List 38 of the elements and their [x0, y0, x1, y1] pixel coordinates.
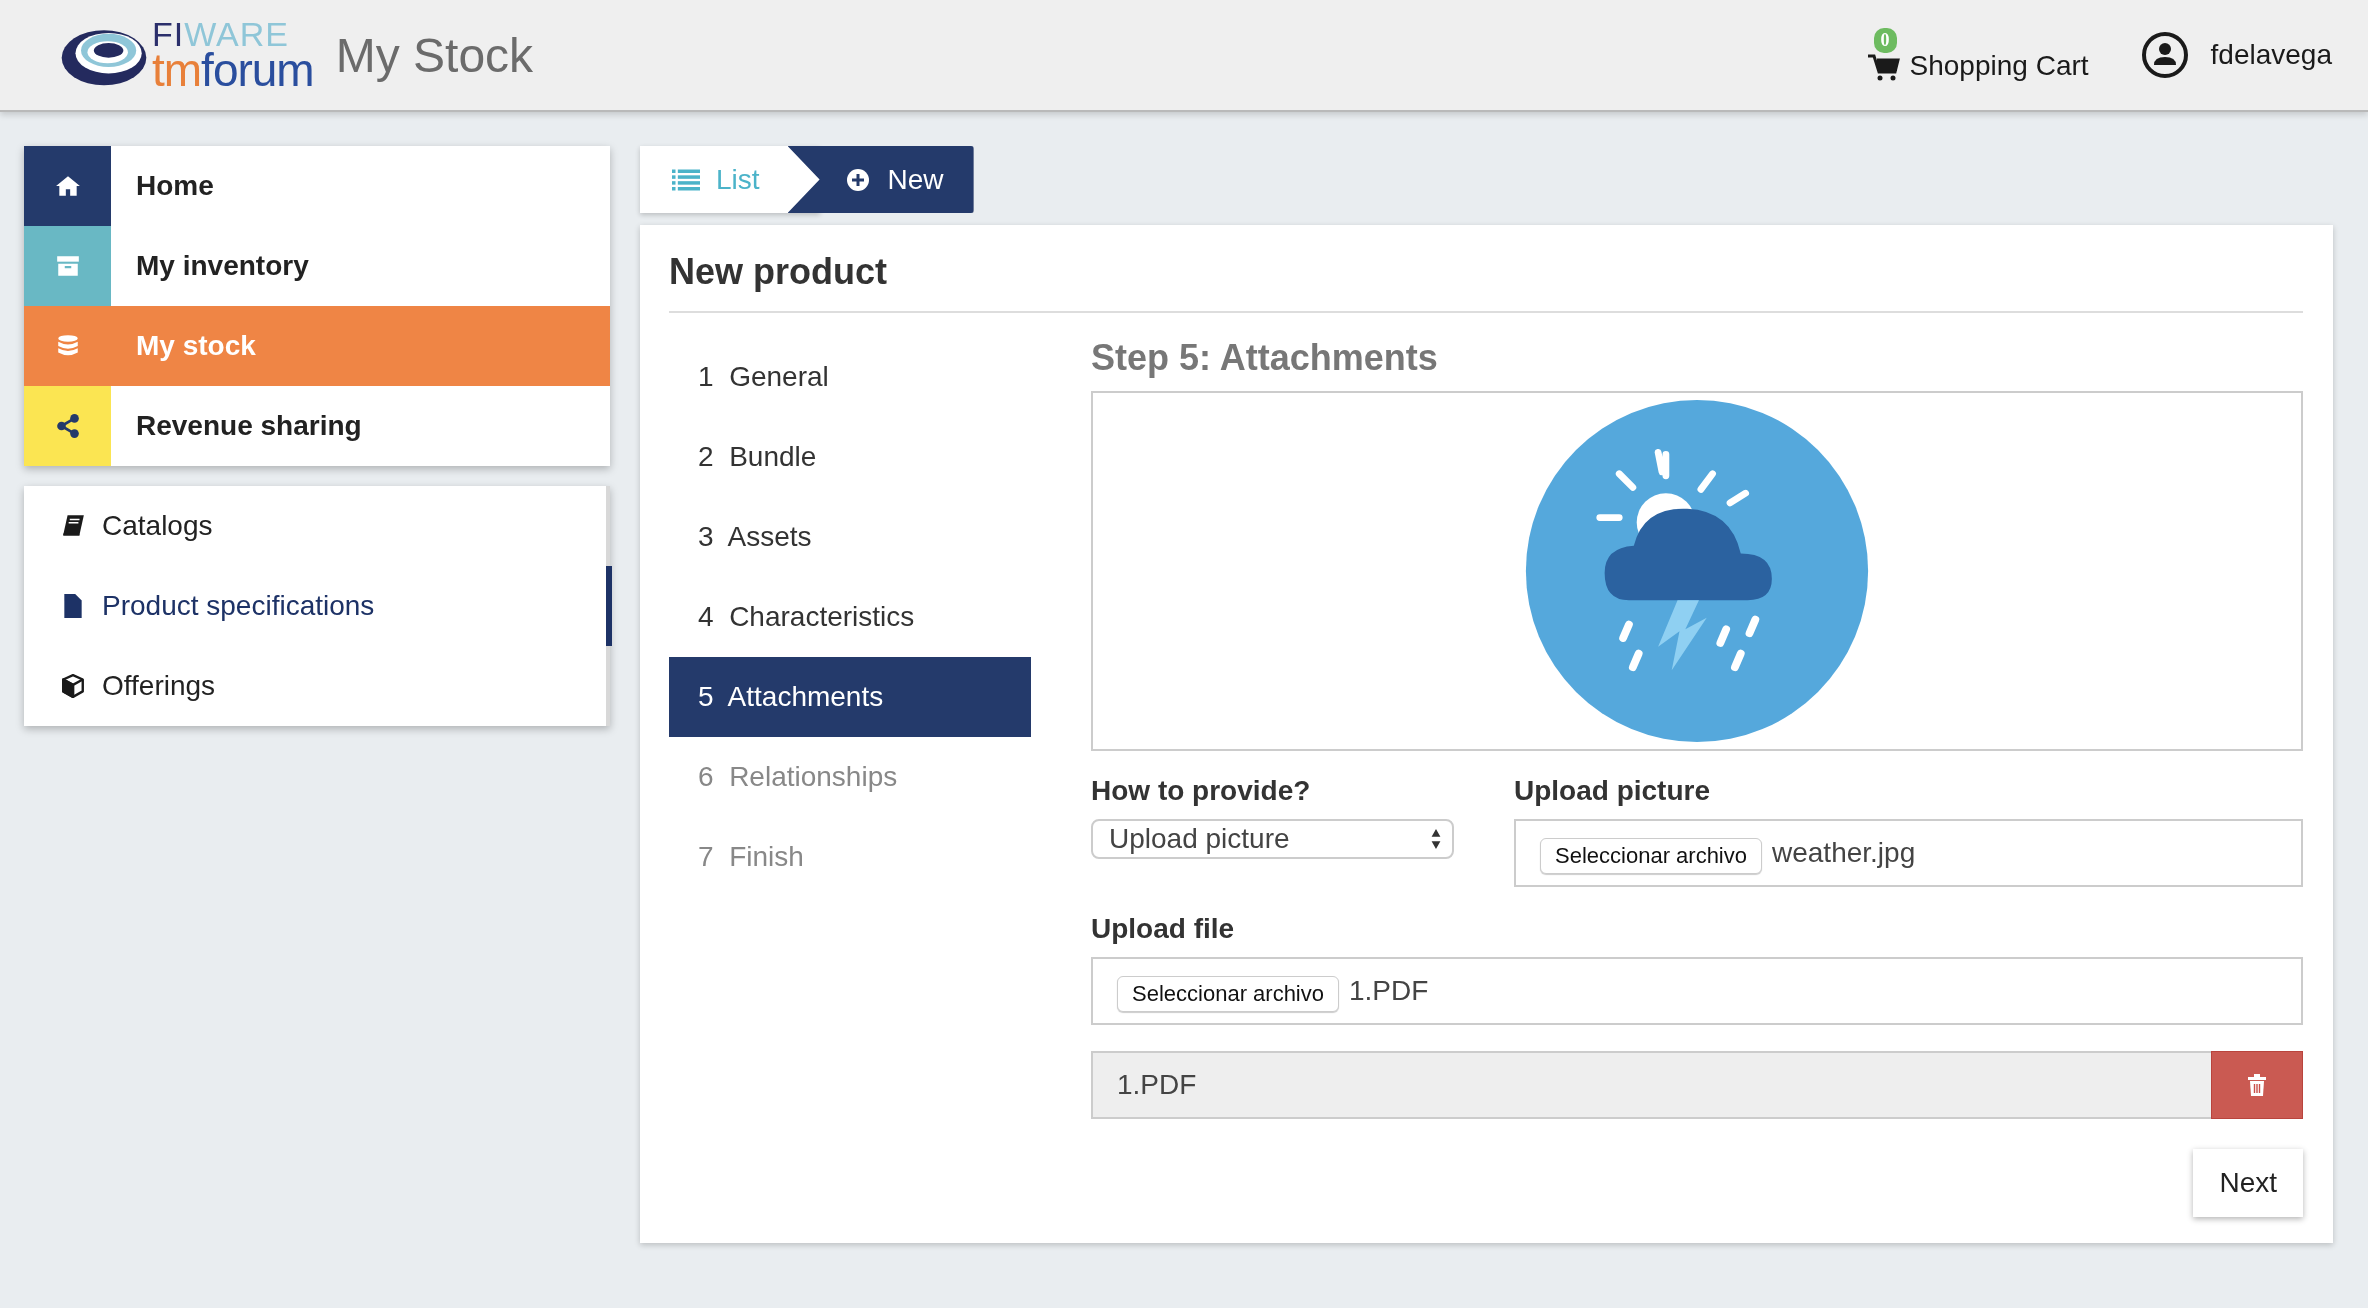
menu-item[interactable]: Offerings [24, 646, 606, 726]
field-label: Upload file [1091, 913, 1236, 945]
picture-file-field[interactable]: Seleccionar archivo weather.jpg [1514, 819, 2303, 887]
choose-file-button[interactable]: Seleccionar archivo [1117, 976, 1339, 1012]
choose-file-button[interactable]: Seleccionar archivo [1540, 838, 1762, 874]
shopping-cart-link[interactable]: 0 Shopping Cart [1867, 28, 2089, 82]
updown-arrows-icon [1430, 828, 1442, 850]
file-name: weather.jpg [1772, 837, 1916, 869]
menu-item[interactable]: My inventory [24, 226, 610, 306]
cart-count-badge: 0 [1873, 28, 1897, 53]
tab[interactable]: New [787, 146, 974, 213]
menu-item[interactable]: Home [24, 146, 610, 226]
step-item[interactable]: 1 General [669, 337, 1031, 417]
field-label: How to provide? [1091, 775, 1312, 807]
logo[interactable]: FIWARE tmforum [58, 17, 314, 93]
book-icon [60, 513, 86, 539]
cube-icon [60, 673, 86, 699]
step-item[interactable]: 5 Attachments [669, 657, 1031, 737]
step-item[interactable]: 2 Bundle [669, 417, 1031, 497]
file-upload-field[interactable]: Seleccionar archivo 1.PDF [1091, 957, 2303, 1025]
user-icon [2140, 31, 2189, 79]
step-item[interactable]: 4 Characteristics [669, 577, 1031, 657]
field-label: Upload picture [1514, 775, 1711, 807]
card-title: New product [669, 225, 2303, 313]
app-title: My Stock [335, 27, 534, 83]
step-title: Step 5: Attachments [1091, 337, 1439, 379]
step-item[interactable]: 3 Assets [669, 497, 1031, 577]
user-menu[interactable]: fdelavega [2140, 31, 2332, 79]
menu-item[interactable]: Revenue sharing [24, 386, 610, 466]
archive-icon [54, 253, 81, 279]
provide-select[interactable]: Upload picture [1091, 819, 1454, 859]
file-name: 1.PDF [1349, 975, 1429, 1007]
menu-item[interactable]: Product specifications [24, 566, 612, 646]
menu-item[interactable]: Catalogs [24, 486, 606, 566]
cart-icon [1867, 54, 1900, 82]
list-icon [672, 167, 700, 192]
share-icon [54, 413, 81, 439]
next-button[interactable]: Next [2193, 1149, 2303, 1217]
